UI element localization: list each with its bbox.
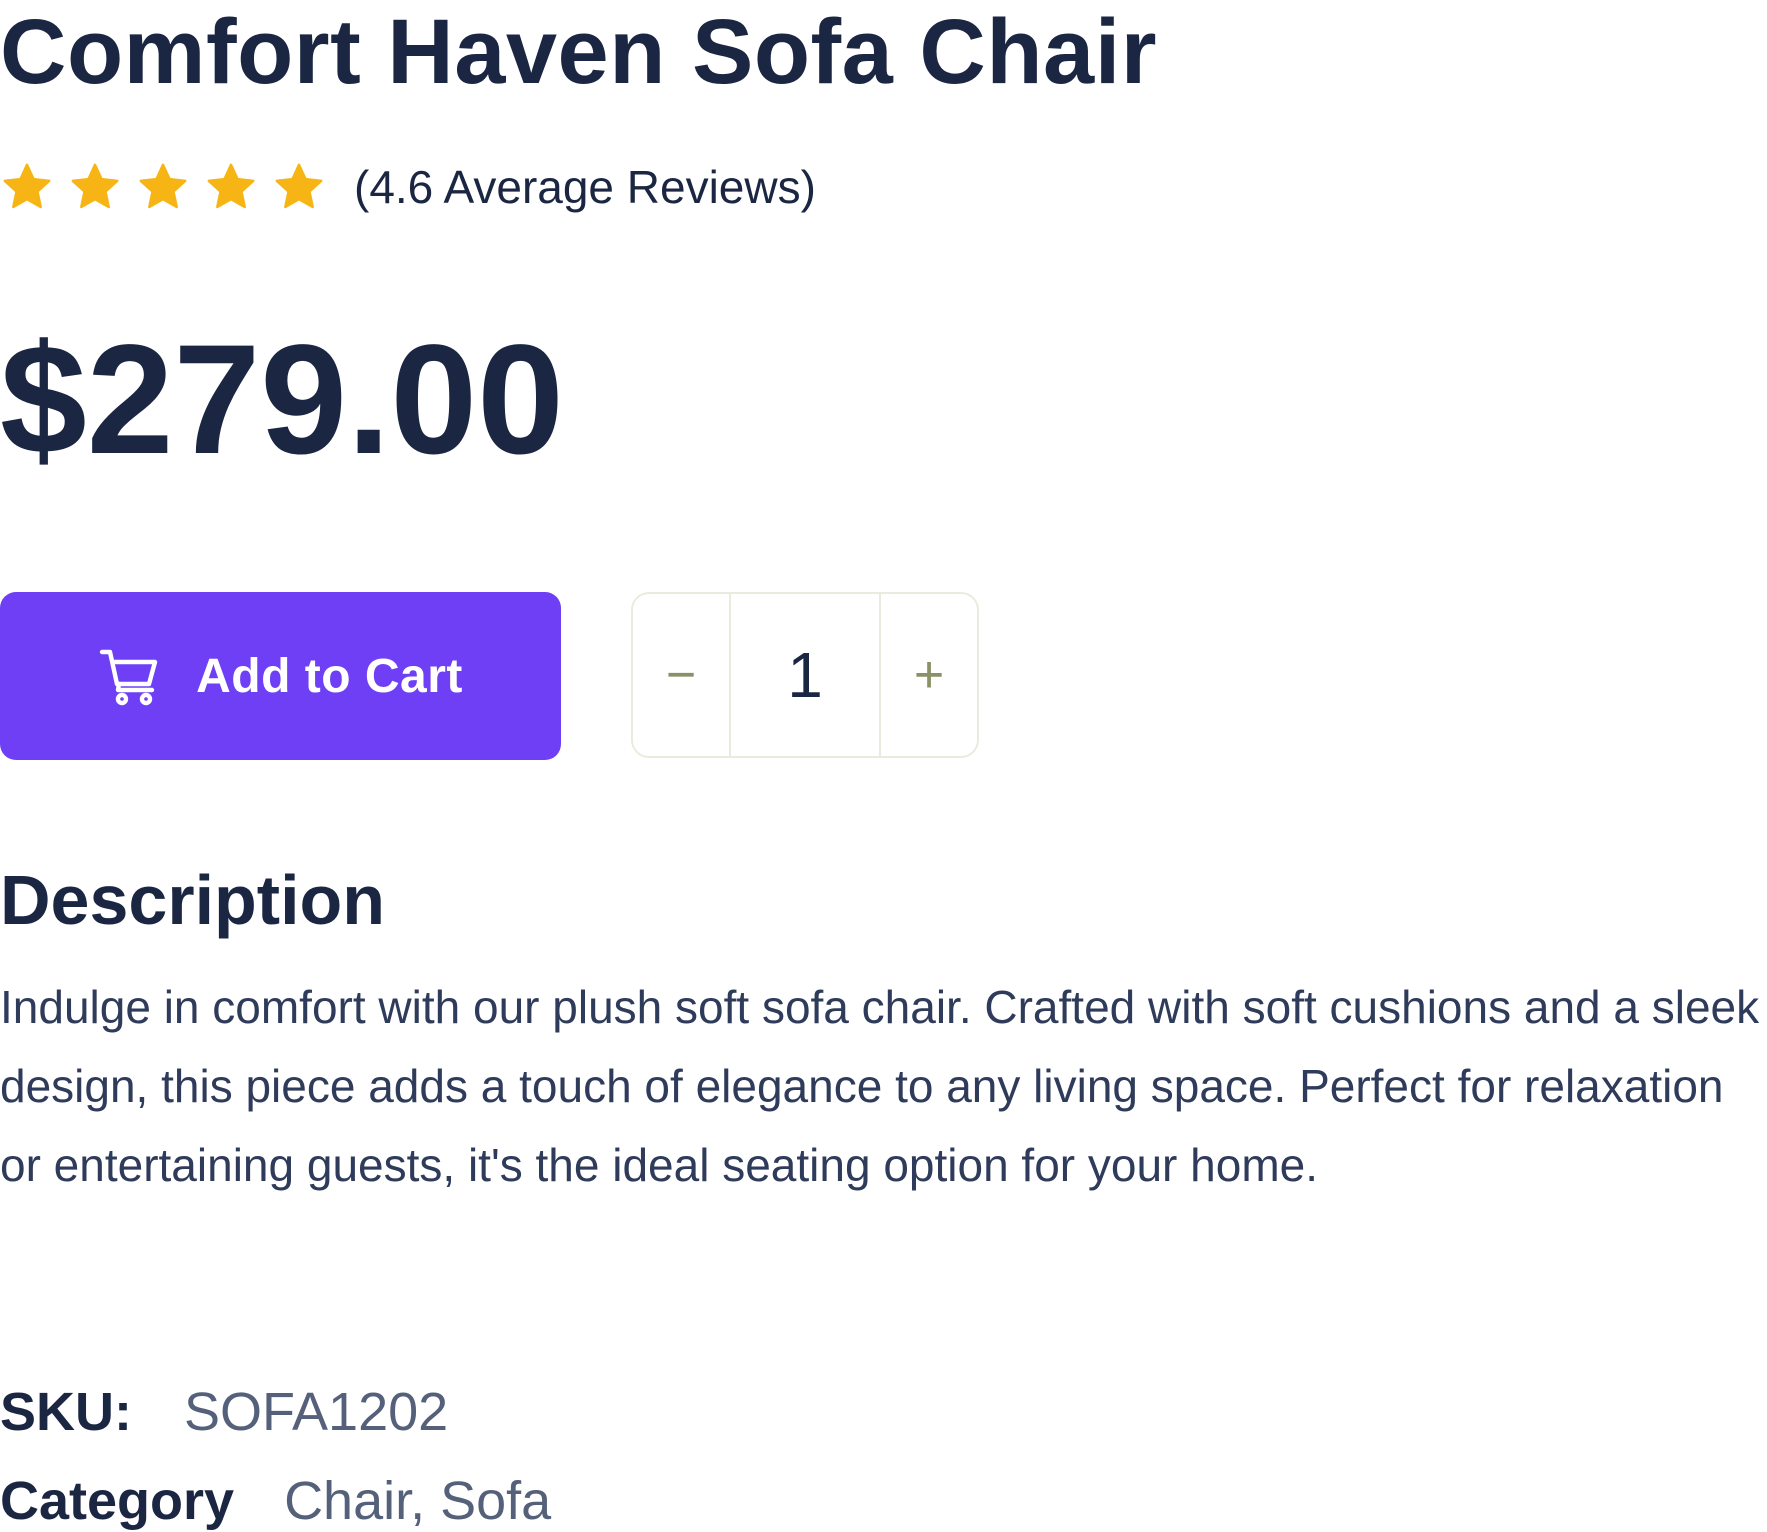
star-icon — [139, 163, 187, 209]
description-text: Indulge in comfort with our plush soft s… — [0, 981, 1760, 1191]
star-icon — [3, 163, 51, 209]
star-icon — [71, 163, 119, 209]
product-title: Comfort Haven Sofa Chair — [0, 1, 1158, 103]
rating-text: (4.6 Average Reviews) — [354, 161, 816, 213]
category-label: Category — [0, 1471, 235, 1531]
shopping-cart-icon — [99, 649, 158, 706]
product-price: $279.00 — [0, 313, 564, 487]
description-heading: Description — [0, 861, 386, 939]
category-value[interactable]: Chair, Sofa — [284, 1470, 551, 1532]
add-to-cart-button[interactable]: Add to Cart — [0, 592, 561, 760]
sku-value: SOFA1202 — [184, 1382, 449, 1442]
quantity-value[interactable]: 1 — [729, 594, 881, 756]
add-to-cart-label: Add to Cart — [196, 649, 463, 703]
rating-stars — [0, 161, 326, 213]
star-icon — [207, 163, 255, 209]
product-rating: (4.6 Average Reviews) — [0, 160, 816, 214]
quantity-decrease-button[interactable]: − — [633, 594, 729, 756]
quantity-increase-button[interactable]: + — [881, 594, 977, 756]
sku-label: SKU: — [0, 1382, 132, 1442]
star-icon — [275, 163, 323, 209]
category-row: Category Chair, Sofa — [0, 1470, 551, 1532]
sku-row: SKU: SOFA1202 — [0, 1381, 448, 1443]
quantity-stepper: − 1 + — [631, 592, 979, 758]
